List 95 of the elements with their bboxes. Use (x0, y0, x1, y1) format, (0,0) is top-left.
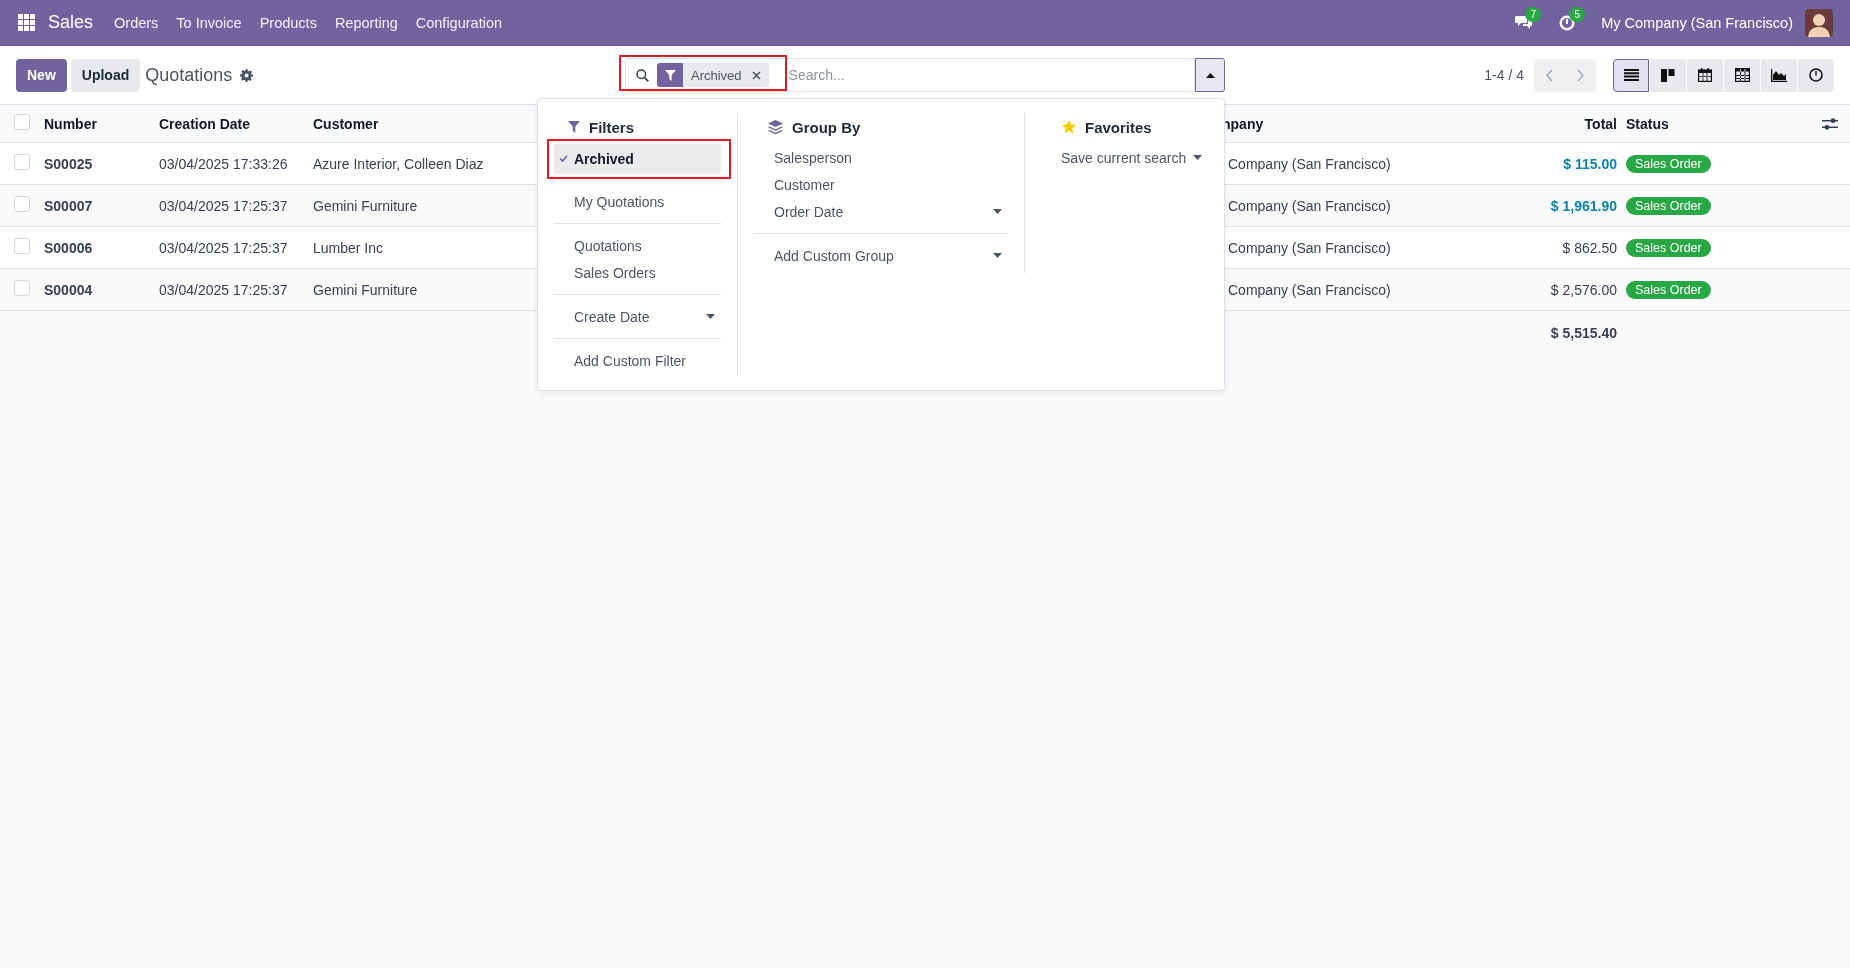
table-cell: 03/04/2025 17:25:37 (159, 239, 288, 256)
menu-item[interactable]: Customer (754, 171, 1008, 198)
table-cell: S00004 (44, 281, 93, 298)
table-cell: Company (San Francisco) (1228, 239, 1391, 256)
table-cell: 03/04/2025 17:25:37 (159, 197, 288, 214)
table-cell: 03/04/2025 17:33:26 (159, 155, 288, 172)
menu-item[interactable]: Add Custom Filter (554, 347, 721, 374)
column-header[interactable]: Total (1584, 115, 1617, 132)
toggle-button[interactable] (1195, 58, 1225, 92)
facet-label: Archived (691, 67, 742, 83)
table-cell: Lumber Inc (313, 239, 384, 256)
funnel-icon (664, 69, 676, 81)
menu-item[interactable]: Quotations (554, 232, 721, 259)
view-switch-button[interactable] (1613, 58, 1649, 92)
table-cell: Company (San Francisco) (1228, 281, 1391, 298)
search-icon (636, 68, 649, 82)
company-name[interactable]: My Company (San Francisco) (1601, 14, 1793, 31)
menu-item[interactable]: Sales Orders (554, 259, 721, 286)
chevron-left-icon (1546, 68, 1553, 82)
caret-icon (993, 253, 1002, 258)
status-badge: Sales Order (1626, 196, 1711, 215)
menu-item[interactable]: My Quotations (554, 188, 721, 215)
table-cell: $ 115.00 (1563, 155, 1617, 172)
section-heading: Group By (792, 118, 861, 136)
list-view-icon (1623, 69, 1639, 81)
count-badge: 5 (1569, 6, 1586, 22)
clock-icon[interactable] (1559, 14, 1576, 31)
menu-item[interactable]: Configuration (406, 14, 511, 31)
checkbox[interactable] (14, 154, 30, 170)
apps-grid-icon[interactable] (18, 14, 35, 31)
table-cell: Azure Interior, Colleen Diaz (313, 155, 484, 172)
table-grid-icon (1734, 68, 1750, 82)
layers-icon (768, 119, 783, 135)
caret-icon (1205, 72, 1215, 78)
table-cell: $ 2,576.00 (1550, 281, 1617, 298)
menu-item[interactable]: Add Custom Group (754, 242, 1008, 269)
status-badge: Sales Order (1626, 280, 1711, 299)
column-header[interactable]: Number (44, 115, 97, 132)
count-badge: 7 (1525, 6, 1542, 22)
menu-item[interactable]: Salesperson (754, 144, 1008, 171)
view-switch-button[interactable] (1761, 58, 1797, 92)
table-cell: Company (San Francisco) (1228, 155, 1391, 172)
funnel-icon (568, 121, 580, 133)
caret-icon (1193, 155, 1202, 160)
upload-button[interactable]: Upload (70, 58, 141, 92)
table-cell: $ 1,961.90 (1550, 197, 1617, 214)
chevron-right-icon (1577, 68, 1584, 82)
sliders-icon[interactable] (1822, 116, 1838, 131)
menu-item[interactable]: To Invoice (167, 14, 251, 31)
checkbox[interactable] (14, 196, 30, 212)
menu-item[interactable]: Orders (105, 14, 168, 31)
table-cell: Gemini Furniture (313, 197, 418, 214)
menu-item[interactable]: Create Date (554, 303, 721, 330)
table-cell: S00025 (44, 155, 93, 172)
kanban-view-icon (1660, 68, 1676, 82)
menu-item[interactable]: Products (250, 14, 326, 31)
sum-total: $ 5,515.40 (1550, 325, 1617, 341)
checkbox[interactable] (14, 114, 30, 130)
column-header[interactable]: Customer (313, 115, 379, 132)
app-name[interactable]: Sales (48, 12, 94, 33)
caret-icon (706, 314, 715, 319)
clock-icon (1809, 68, 1823, 82)
status-badge: Sales Order (1626, 154, 1711, 173)
checkbox[interactable] (14, 238, 30, 254)
checkmark-icon (559, 155, 568, 162)
menu-item[interactable]: Order Date (754, 198, 1008, 225)
table-cell: 03/04/2025 17:25:37 (159, 281, 288, 298)
table-cell: S00007 (44, 197, 93, 214)
caret-icon (993, 209, 1002, 214)
menu-item[interactable]: Archived (554, 144, 721, 174)
view-switch-button[interactable] (1650, 58, 1686, 92)
new-button[interactable]: New (16, 58, 67, 92)
column-header[interactable]: Status (1626, 115, 1669, 132)
star-icon (1062, 120, 1076, 134)
table-cell: Company (San Francisco) (1228, 197, 1391, 214)
section-heading: Favorites (1085, 118, 1152, 136)
pager-value: 1-4 / 4 (1484, 67, 1524, 83)
section-heading: Filters (589, 118, 634, 136)
view-switch-button[interactable] (1687, 58, 1723, 92)
column-header[interactable]: Creation Date (159, 115, 251, 132)
settings-icon[interactable] (240, 68, 254, 82)
close-icon[interactable] (751, 70, 761, 80)
view-switch-button[interactable] (1724, 58, 1760, 92)
menu-item[interactable]: Save current search (1041, 144, 1208, 171)
checkbox[interactable] (14, 280, 30, 296)
page-title: Quotations (145, 64, 233, 86)
view-switch-button[interactable] (1798, 58, 1834, 92)
status-badge: Sales Order (1626, 238, 1711, 257)
calendar-icon (1698, 68, 1712, 82)
avatar[interactable] (1805, 8, 1833, 37)
table-cell: S00006 (44, 239, 93, 256)
menu-item[interactable]: Reporting (325, 14, 407, 31)
table-cell: Gemini Furniture (313, 281, 418, 298)
area-chart-icon (1771, 68, 1787, 82)
table-cell: $ 862.50 (1562, 239, 1617, 256)
